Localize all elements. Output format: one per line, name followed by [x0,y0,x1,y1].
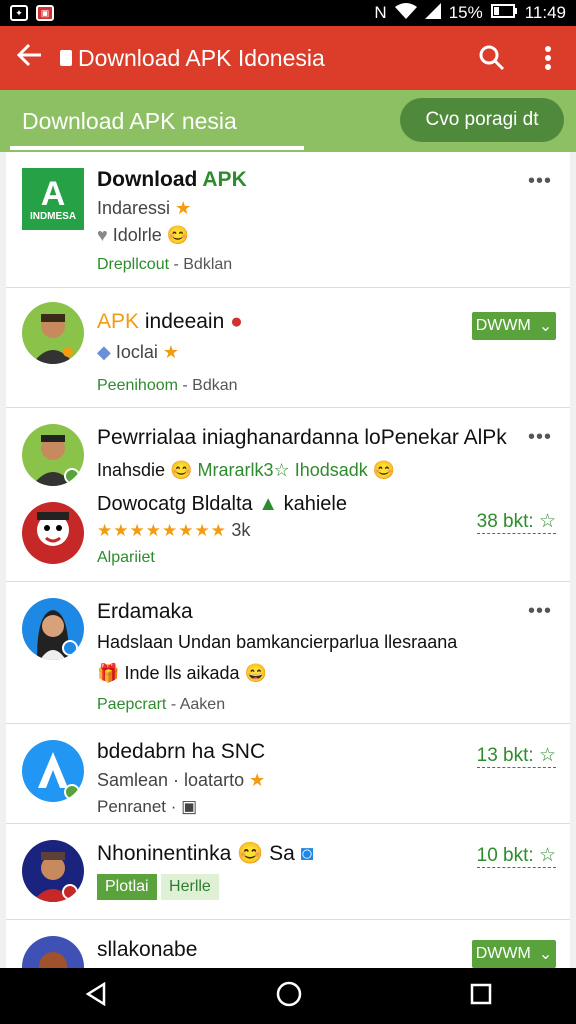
list-item[interactable]: APK indeeain ● ◆ Ioclai ★ Peenihoom - Bd… [6,288,570,408]
download-button[interactable]: DWWM ⌄ [472,312,556,340]
strawberry-icon: ● [230,310,243,333]
more-options-icon[interactable]: ••• [528,426,552,449]
list-item[interactable]: sllakonabe DWWM ⌄ [6,920,570,968]
avatar [22,502,84,564]
avatar [22,424,84,486]
battery-percent: 15% [448,3,483,22]
tab-bar: Download APK nesia Cvo poragi dt [0,90,576,152]
overflow-menu-icon[interactable] [520,46,576,70]
wifi-icon [394,2,417,24]
signal-icon [424,2,441,24]
smile-icon: 😊 [170,460,193,480]
chip[interactable]: Plotlai [97,874,157,900]
item-description: Hadslaan Undan bamkancierparlua llesraan… [97,632,458,652]
back-arrow-icon[interactable] [0,42,60,74]
item-subtitle: ◆ Ioclai ★ [97,342,180,362]
item-category: Penranet · ▣ [97,797,198,816]
list-item[interactable]: Pewrrialaa iniaghanardanna loPenekar AlP… [6,408,570,582]
status-bar: ✦ ▣ N 15% 11:49 [0,0,576,26]
home-nav-icon[interactable] [276,981,302,1012]
badge-icon: ◙ [300,842,314,865]
avatar [22,936,84,968]
app-bar-title: Download APK Idonesia [60,45,464,72]
item-meta: ♥ Idolrle 😊 [97,225,190,245]
size-badge: 13 bkt: ☆ [476,745,556,768]
search-icon[interactable] [464,45,520,71]
emoji-icon: 😄 [244,663,267,683]
size-badge: 38 bkt: ☆ [476,511,556,534]
star-outline-icon: ☆ [538,511,556,532]
item-chips: Plotlai Herlle [97,874,556,900]
heart-icon: ♥ [97,225,108,245]
thumb-icon: ▲ [258,493,279,515]
smile-icon: 😊 [372,460,396,480]
battery-icon [490,3,517,23]
star-icon: ★ [249,770,266,790]
app-logo [22,740,84,802]
more-options-icon[interactable]: ••• [528,600,552,623]
smile-icon: 😊 [237,842,264,865]
header-action-button[interactable]: Cvo poragi dt [400,98,564,142]
system-nav-bar [0,968,576,1024]
item-category: Alpariiet [97,549,155,566]
recents-nav-icon[interactable] [470,983,492,1010]
list-item[interactable]: Nhoninentinka 😊 Sa ◙ Plotlai Herlle 10 b… [6,824,570,920]
item-tags: Inahsdie 😊 Mrararlk3☆ Ihodsadk 😊 [97,460,396,480]
item-title: Download APK [97,168,247,191]
more-options-icon[interactable]: ••• [528,170,552,193]
lock-icon [60,50,72,66]
chip[interactable]: Herlle [161,874,219,900]
image-icon: ▣ [181,797,198,816]
item-title: Erdamaka [97,600,193,623]
item-category: Paepcrart - Aaken [97,696,226,713]
star-icon: ★ [162,342,180,362]
list-item[interactable]: Erdamaka Hadslaan Undan bamkancierparlua… [6,582,570,724]
tab-indicator [10,146,304,150]
app-list: A INDMESA Download APK Indaressi ★ ♥ Idol… [6,152,570,968]
star-outline-icon: ☆ [273,460,290,480]
verified-icon: ◆ [97,342,111,362]
avatar [22,302,84,364]
chevron-down-icon: ⌄ [538,318,553,335]
nfc-icon: N [374,3,387,22]
item-title: Pewrrialaa iniaghanardanna loPenekar AlP… [97,426,507,449]
item-subtitle: Indaressi ★ [97,198,192,218]
chevron-down-icon: ⌄ [538,946,553,963]
avatar [22,598,84,660]
star-icon: ★ [175,198,192,218]
item-category: Peenihoom - Bdkan [97,377,238,394]
item-category: Drepllcout - Bdklan [97,256,233,273]
app-bar: Download APK Idonesia [0,26,576,90]
item-subtitle: Samlean · loatarto ★ [97,770,266,790]
notification-icon: ✦ [10,5,28,21]
clock: 11:49 [524,3,566,22]
avatar [22,840,84,902]
list-item[interactable]: A INDMESA Download APK Indaressi ★ ♥ Idol… [6,152,570,288]
item-meta: 🎁 Inde lls aikada 😄 [97,663,267,683]
list-item[interactable]: bdedabrn ha SNC Samlean · loatarto ★ Pen… [6,724,570,824]
back-nav-icon[interactable] [84,981,108,1011]
download-button[interactable]: DWWM ⌄ [472,940,556,968]
app-logo: A INDMESA [22,168,84,230]
app-notification-icon: ▣ [36,5,54,21]
gift-icon: 🎁 [97,663,120,683]
smile-icon: 😊 [166,225,190,245]
size-badge: 10 bkt: ☆ [476,845,556,868]
tab-download-apk[interactable]: Download APK nesia [22,108,237,135]
